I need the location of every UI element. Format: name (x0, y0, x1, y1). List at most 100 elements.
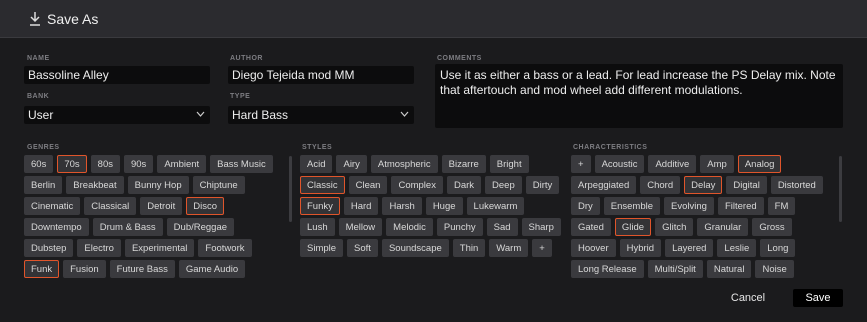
characteristic-tag[interactable]: Gross (752, 218, 792, 236)
style-tag[interactable]: Classic (300, 176, 345, 194)
genre-tag[interactable]: 90s (123, 155, 154, 173)
save-as-dialog: Save As NAME Bassoline Alley AUTHOR Dieg… (0, 0, 867, 322)
characteristic-tag[interactable]: Acoustic (594, 155, 645, 173)
genre-tag[interactable]: Breakbeat (66, 176, 124, 194)
style-tag[interactable]: + (532, 239, 552, 257)
title-bar: Save As (0, 0, 867, 38)
characteristic-tag[interactable]: Long Release (571, 260, 644, 278)
characteristic-tag[interactable]: Dry (571, 197, 600, 215)
characteristic-tag[interactable]: Glitch (655, 218, 694, 236)
genre-tag[interactable]: Fusion (63, 260, 106, 278)
style-tag[interactable]: Thin (452, 239, 486, 257)
genre-tag[interactable]: Bass Music (210, 155, 273, 173)
style-tag[interactable]: Simple (300, 239, 344, 257)
characteristic-tag[interactable]: FM (767, 197, 796, 215)
characteristic-tag[interactable]: Analog (737, 155, 782, 173)
genre-tag[interactable]: Berlin (24, 176, 63, 194)
characteristic-tag[interactable]: Leslie (717, 239, 757, 257)
characteristic-tag[interactable]: Distorted (770, 176, 823, 194)
characteristic-tag[interactable]: Hybrid (619, 239, 662, 257)
genre-tag[interactable]: Funk (24, 260, 60, 278)
style-tag[interactable]: Bizarre (441, 155, 486, 173)
style-tag[interactable]: Funky (300, 197, 340, 215)
characteristic-tag[interactable]: Layered (665, 239, 714, 257)
characteristic-tag[interactable]: Filtered (717, 197, 764, 215)
genre-tag[interactable]: Experimental (124, 239, 195, 257)
characteristic-tag[interactable]: Hoover (571, 239, 616, 257)
comments-label: COMMENTS (437, 55, 482, 62)
characteristic-tag[interactable]: Delay (684, 176, 723, 194)
characteristic-tag[interactable]: Noise (755, 260, 794, 278)
characteristic-tag[interactable]: Granular (697, 218, 749, 236)
genre-tag[interactable]: Bunny Hop (127, 176, 189, 194)
style-tag[interactable]: Huge (425, 197, 463, 215)
style-tag[interactable]: Acid (300, 155, 333, 173)
save-download-icon (30, 12, 40, 26)
save-button[interactable]: Save (793, 289, 843, 307)
genre-tag[interactable]: Classical (84, 197, 137, 215)
characteristic-tag[interactable]: Chord (640, 176, 681, 194)
genre-tag[interactable]: Detroit (140, 197, 183, 215)
genre-tag[interactable]: Cinematic (24, 197, 81, 215)
genre-tag[interactable]: 70s (57, 155, 87, 173)
genre-tag[interactable]: Downtempo (24, 218, 89, 236)
style-tag[interactable]: Melodic (386, 218, 433, 236)
style-tag[interactable]: Airy (336, 155, 367, 173)
genre-tag[interactable]: Chiptune (192, 176, 245, 194)
characteristic-tag[interactable]: Gated (571, 218, 611, 236)
style-tag[interactable]: Atmospheric (370, 155, 438, 173)
style-tag[interactable]: Deep (485, 176, 522, 194)
style-tag[interactable]: Complex (391, 176, 443, 194)
characteristic-tag[interactable]: Arpeggiated (571, 176, 637, 194)
style-tag[interactable]: Bright (489, 155, 529, 173)
genres-scrollbar[interactable] (289, 156, 292, 222)
genre-tag[interactable]: Ambient (157, 155, 207, 173)
genres-label: GENRES (27, 144, 60, 151)
style-tag[interactable]: Soft (347, 239, 378, 257)
chevron-down-icon (196, 111, 205, 117)
genre-tag[interactable]: Disco (186, 197, 225, 215)
style-tag[interactable]: Lush (300, 218, 335, 236)
genre-tag[interactable]: Dubstep (24, 239, 74, 257)
characteristic-tag[interactable]: Natural (706, 260, 752, 278)
characteristic-tag[interactable]: Glide (614, 218, 652, 236)
type-select[interactable]: Hard Bass (228, 106, 414, 124)
style-tag[interactable]: Dark (446, 176, 482, 194)
name-field[interactable]: Bassoline Alley (24, 66, 210, 84)
style-tag[interactable]: Harsh (382, 197, 422, 215)
genre-tag[interactable]: Future Bass (109, 260, 175, 278)
cancel-button[interactable]: Cancel (721, 289, 775, 307)
characteristic-tag[interactable]: Evolving (664, 197, 714, 215)
characteristic-tag[interactable]: Additive (648, 155, 697, 173)
characteristic-tag[interactable]: Digital (726, 176, 767, 194)
style-tag[interactable]: Clean (348, 176, 388, 194)
characteristic-tag[interactable]: Long (760, 239, 796, 257)
characteristic-tag[interactable]: Amp (700, 155, 734, 173)
characteristics-scrollbar[interactable] (839, 156, 842, 222)
genre-tag[interactable]: Game Audio (178, 260, 246, 278)
characteristic-tag[interactable]: + (571, 155, 591, 173)
genre-tag[interactable]: 80s (90, 155, 120, 173)
characteristic-tag[interactable]: Multi/Split (647, 260, 703, 278)
characteristic-tag[interactable]: Ensemble (603, 197, 661, 215)
style-tag[interactable]: Hard (343, 197, 379, 215)
style-tag[interactable]: Dirty (525, 176, 560, 194)
style-tag[interactable]: Soundscape (381, 239, 449, 257)
genre-tag[interactable]: Electro (77, 239, 121, 257)
bank-label: BANK (27, 93, 50, 100)
style-tag[interactable]: Lukewarm (466, 197, 525, 215)
genre-tag[interactable]: Footwork (198, 239, 252, 257)
bank-select[interactable]: User (24, 106, 210, 124)
genre-tag[interactable]: Drum & Bass (92, 218, 163, 236)
comments-field[interactable]: Use it as either a bass or a lead. For l… (435, 64, 843, 128)
style-tag[interactable]: Sharp (521, 218, 561, 236)
author-field[interactable]: Diego Tejeida mod MM (228, 66, 414, 84)
style-tag[interactable]: Warm (489, 239, 529, 257)
style-tag[interactable]: Mellow (338, 218, 383, 236)
genre-tag[interactable]: Dub/Reggae (166, 218, 235, 236)
style-tag[interactable]: Sad (486, 218, 518, 236)
style-tag[interactable]: Punchy (436, 218, 483, 236)
genre-tag[interactable]: 60s (24, 155, 54, 173)
author-label: AUTHOR (230, 55, 263, 62)
name-label: NAME (27, 55, 50, 62)
